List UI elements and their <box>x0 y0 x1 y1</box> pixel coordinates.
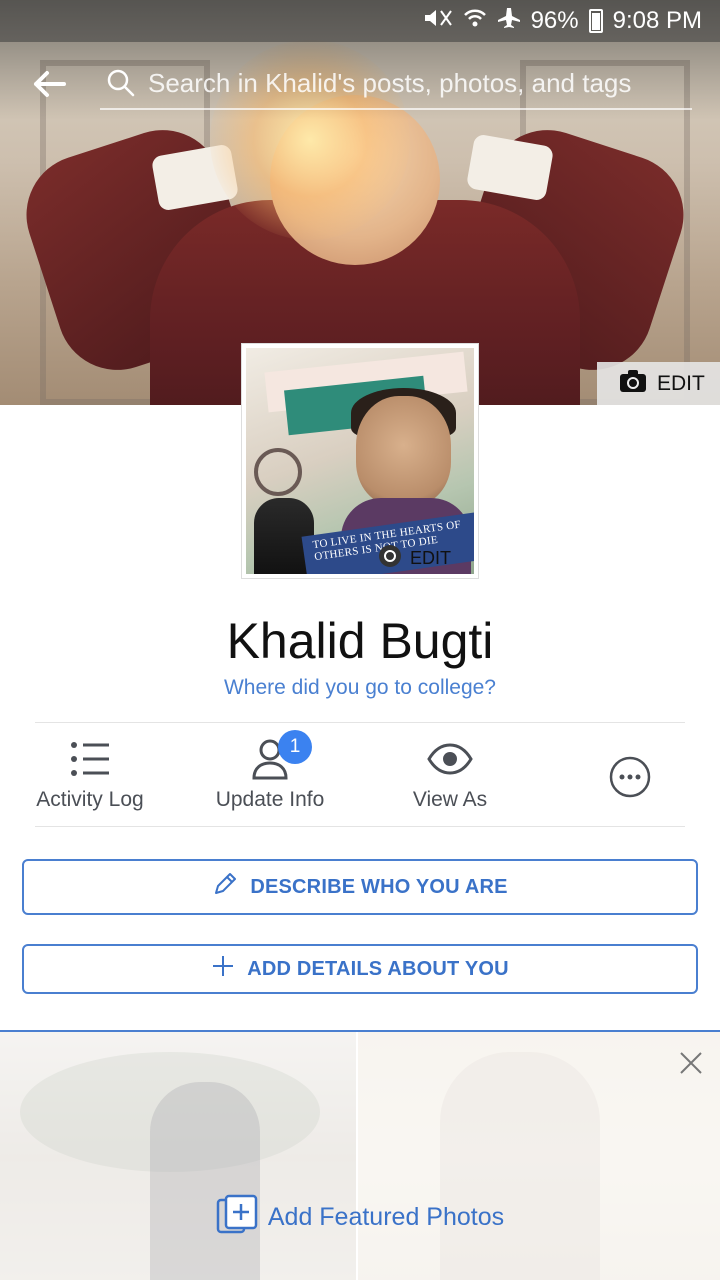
search-icon <box>106 68 136 98</box>
camera-icon <box>619 369 647 399</box>
status-bar: 96% 9:08 PM <box>0 0 720 42</box>
cover-edit-label: EDIT <box>657 371 705 395</box>
featured-photo-overlay <box>0 1032 720 1280</box>
featured-photos-card[interactable]: Add Featured Photos <box>0 1030 720 1280</box>
camera-icon <box>376 544 404 573</box>
view-as-button[interactable]: View As <box>360 724 540 824</box>
profile-actions: Activity Log Update Info View As <box>0 724 720 824</box>
add-featured-photos-button[interactable]: Add Featured Photos <box>0 1194 720 1241</box>
battery-icon <box>588 9 603 33</box>
add-details-button[interactable]: ADD DETAILS ABOUT YOU <box>22 944 698 994</box>
cover-edit-button[interactable]: EDIT <box>597 362 720 405</box>
more-icon <box>607 754 653 800</box>
search-field[interactable]: Search in Khalid's posts, photos, and ta… <box>100 62 692 110</box>
avatar: TO LIVE IN THE HEARTS OF OTHERS IS NOT T… <box>246 348 474 574</box>
describe-label: DESCRIBE WHO YOU ARE <box>250 875 508 898</box>
activity-log-button[interactable]: Activity Log <box>0 724 180 824</box>
update-info-badge: 1 <box>278 730 312 764</box>
add-photo-icon <box>216 1194 260 1241</box>
eye-icon <box>427 736 473 782</box>
add-details-label: ADD DETAILS ABOUT YOU <box>247 957 509 980</box>
activity-log-label: Activity Log <box>36 788 144 811</box>
battery-percent: 96% <box>530 7 579 34</box>
add-featured-photos-label: Add Featured Photos <box>267 1203 505 1231</box>
airplane-icon <box>497 7 521 35</box>
clock: 9:08 PM <box>612 7 702 34</box>
close-icon[interactable] <box>678 1050 704 1076</box>
wifi-icon <box>463 7 487 35</box>
profile-picture-edit-button[interactable]: EDIT <box>376 544 451 573</box>
pencil-icon <box>212 871 238 903</box>
view-as-label: View As <box>412 788 488 811</box>
avatar-wheel-decor <box>254 448 302 496</box>
back-arrow-icon[interactable] <box>30 64 70 104</box>
search-placeholder: Search in Khalid's posts, photos, and ta… <box>148 68 632 98</box>
profile-picture[interactable]: TO LIVE IN THE HEARTS OF OTHERS IS NOT T… <box>241 343 479 579</box>
plus-icon <box>211 954 235 984</box>
more-options-button[interactable] <box>540 724 720 824</box>
list-icon <box>67 736 113 782</box>
divider <box>35 826 685 827</box>
profile-header: Search in Khalid's posts, photos, and ta… <box>0 54 720 114</box>
divider <box>35 722 685 723</box>
college-prompt-link[interactable]: Where did you go to college? <box>0 676 720 700</box>
profile-picture-edit-label: EDIT <box>410 548 452 568</box>
mute-icon <box>423 7 453 35</box>
update-info-label: Update Info <box>215 788 325 811</box>
describe-who-you-are-button[interactable]: DESCRIBE WHO YOU ARE <box>22 859 698 915</box>
profile-name: Khalid Bugti <box>226 613 494 669</box>
avatar-face-decor <box>356 396 451 506</box>
update-info-button[interactable]: Update Info <box>180 724 360 824</box>
